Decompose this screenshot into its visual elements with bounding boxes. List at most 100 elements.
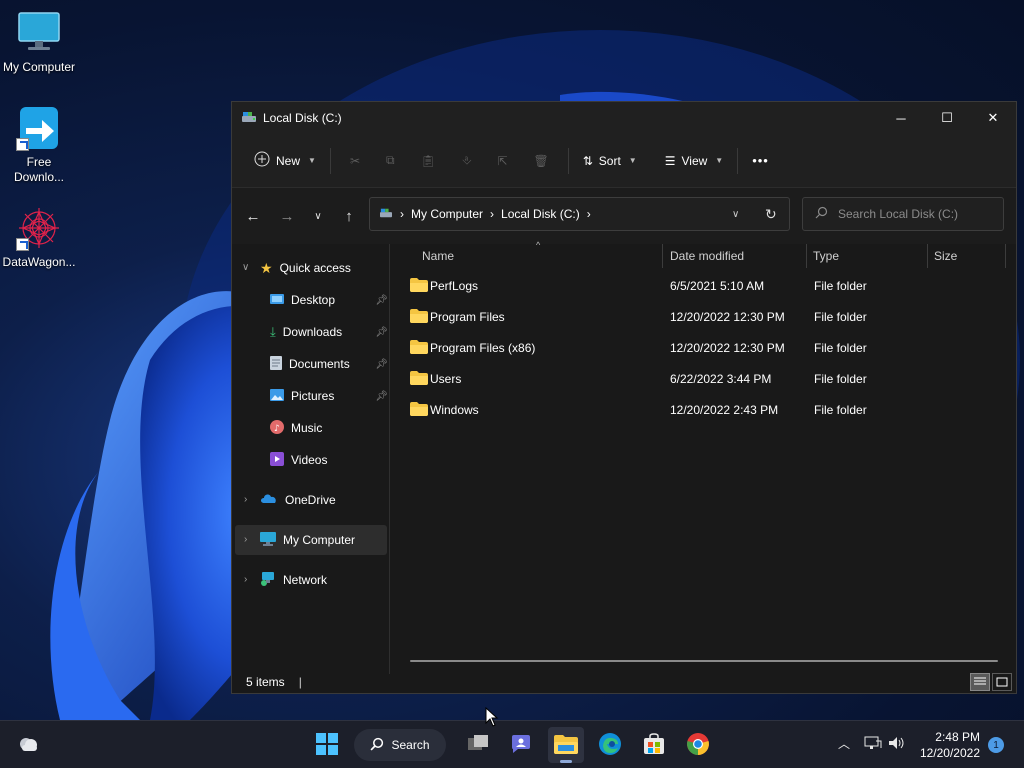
file-explorer-taskbar-button[interactable] <box>548 727 584 763</box>
weather-widget-button[interactable] <box>10 727 46 763</box>
search-input[interactable] <box>838 207 998 221</box>
close-button[interactable]: ✕ <box>970 102 1016 134</box>
nav-item-quick-access[interactable]: ★ Quick access <box>260 253 388 283</box>
nav-item-label: Documents <box>289 357 350 371</box>
edge-button[interactable] <box>592 727 628 763</box>
file-name: Windows <box>430 403 479 417</box>
file-list: ^ Name Date modified Type Size PerfLogs … <box>390 240 1016 674</box>
pin-icon[interactable]: 📌︎ <box>375 359 388 370</box>
column-divider[interactable] <box>662 244 663 268</box>
breadcrumb-separator: › <box>586 207 591 221</box>
more-options-button[interactable]: ••• <box>744 145 777 177</box>
chevron-right-icon[interactable]: › <box>244 494 247 505</box>
delete-button[interactable]: 🗑︎ <box>520 145 561 177</box>
maximize-button[interactable]: ☐ <box>924 102 970 134</box>
nav-item-my-computer[interactable]: › My Computer <box>235 525 387 555</box>
task-view-button[interactable] <box>460 727 496 763</box>
column-header-size[interactable]: Size <box>934 244 957 268</box>
nav-item-videos[interactable]: Videos <box>270 445 388 475</box>
file-name: Program Files <box>430 310 505 324</box>
chevron-right-icon[interactable]: › <box>244 574 247 585</box>
nav-item-music[interactable]: ♪ Music <box>270 413 388 443</box>
address-bar[interactable]: › My Computer › Local Disk (C:) › ∨ ↻ <box>369 197 790 231</box>
pin-icon[interactable]: 📌︎ <box>375 295 388 306</box>
pin-icon[interactable]: 📌︎ <box>375 391 388 402</box>
horizontal-scrollbar[interactable] <box>410 660 998 662</box>
file-row[interactable]: Program Files 12/20/2022 12:30 PM File f… <box>406 303 1006 333</box>
nav-item-pictures[interactable]: Pictures 📌︎ <box>270 381 388 411</box>
chrome-icon <box>686 732 710 759</box>
column-divider[interactable] <box>1005 244 1006 268</box>
chrome-button[interactable] <box>680 727 716 763</box>
breadcrumb-local-disk[interactable]: Local Disk (C:) <box>501 207 580 221</box>
cut-icon: ✂ <box>349 153 360 168</box>
volume-icon[interactable] <box>888 735 906 754</box>
up-button[interactable]: ↑ <box>332 200 366 232</box>
column-header-date[interactable]: Date modified <box>670 244 744 268</box>
shortcut-arrow-icon <box>16 138 29 151</box>
desktop-icon-free-download[interactable]: Free Downlo... <box>0 105 78 185</box>
desktop-icon-my-computer[interactable]: My Computer <box>0 10 78 75</box>
new-button[interactable]: New ▼ <box>246 145 324 177</box>
column-divider[interactable] <box>927 244 928 268</box>
desktop-icon-datawagon[interactable]: DataWagon... <box>0 205 78 270</box>
chevron-right-icon[interactable]: › <box>244 534 247 545</box>
copy-button[interactable]: ⧉ <box>373 145 408 177</box>
sort-button[interactable]: ⇅ Sort ▼ <box>575 145 645 177</box>
column-header-type[interactable]: Type <box>813 244 839 268</box>
large-icons-view-button[interactable] <box>992 673 1012 691</box>
file-type: File folder <box>814 341 867 355</box>
file-row[interactable]: Users 6/22/2022 3:44 PM File folder <box>406 365 1006 395</box>
file-type: File folder <box>814 310 867 324</box>
star-icon: ★ <box>260 259 273 276</box>
forward-button[interactable]: → <box>270 200 304 232</box>
nav-item-onedrive[interactable]: OneDrive <box>260 485 388 515</box>
taskbar-search-button[interactable]: Search <box>354 729 446 761</box>
title-bar[interactable]: Local Disk (C:) ─ ☐ ✕ <box>232 102 1016 134</box>
layout-toggle <box>970 673 1012 691</box>
search-box[interactable] <box>802 197 1004 231</box>
clock[interactable]: 2:48 PM 12/20/2022 <box>920 729 980 761</box>
back-button[interactable]: ← <box>236 200 270 232</box>
share-button[interactable]: ⇱ <box>484 145 520 177</box>
desktop-icon-label: Free Downlo... <box>13 155 65 184</box>
recent-locations-button[interactable]: ∨ <box>304 200 332 232</box>
chevron-down-icon[interactable]: ∨ <box>242 262 249 273</box>
nav-item-documents[interactable]: Documents 📌︎ <box>270 349 388 379</box>
cloud-icon <box>16 735 40 756</box>
cut-button[interactable]: ✂ <box>337 145 373 177</box>
file-row[interactable]: PerfLogs 6/5/2021 5:10 AM File folder <box>406 272 1006 302</box>
paste-button[interactable]: 📋︎ <box>408 145 449 177</box>
pictures-icon <box>270 388 284 404</box>
view-label: View <box>681 153 708 168</box>
store-button[interactable] <box>636 727 672 763</box>
nav-item-label: Pictures <box>291 389 335 403</box>
minimize-button[interactable]: ─ <box>878 102 924 134</box>
toolbar-divider <box>567 147 569 174</box>
view-button[interactable]: ☰ View ▼ <box>657 145 731 177</box>
search-icon <box>370 737 384 754</box>
address-dropdown-button[interactable]: ∨ <box>732 209 739 220</box>
show-hidden-icons-button[interactable]: ︿ <box>838 735 850 752</box>
details-view-button[interactable] <box>970 673 990 691</box>
nav-item-label: Music <box>291 421 323 435</box>
file-row[interactable]: Windows 12/20/2022 2:43 PM File folder <box>406 396 1006 426</box>
search-icon <box>815 206 828 222</box>
nav-item-desktop[interactable]: Desktop 📌︎ <box>270 285 388 315</box>
column-header-name[interactable]: Name <box>422 244 454 268</box>
rename-button[interactable]: ⎀ <box>449 145 485 177</box>
pin-icon[interactable]: 📌︎ <box>375 327 388 338</box>
breadcrumb-my-computer[interactable]: My Computer <box>411 207 483 221</box>
file-row[interactable]: Program Files (x86) 12/20/2022 12:30 PM … <box>406 334 1006 364</box>
folder-icon <box>410 371 428 388</box>
notification-badge[interactable]: 1 <box>988 737 1004 753</box>
refresh-icon[interactable]: ↻ <box>765 206 777 223</box>
network-status-icon[interactable] <box>864 735 882 754</box>
nav-item-network[interactable]: Network <box>260 565 388 595</box>
nav-item-downloads[interactable]: ⤓ Downloads 📌︎ <box>270 317 388 347</box>
shortcut-arrow-icon <box>16 238 29 251</box>
store-icon <box>643 732 665 758</box>
chat-button[interactable] <box>503 727 539 763</box>
start-button[interactable] <box>309 727 345 763</box>
column-divider[interactable] <box>806 244 807 268</box>
